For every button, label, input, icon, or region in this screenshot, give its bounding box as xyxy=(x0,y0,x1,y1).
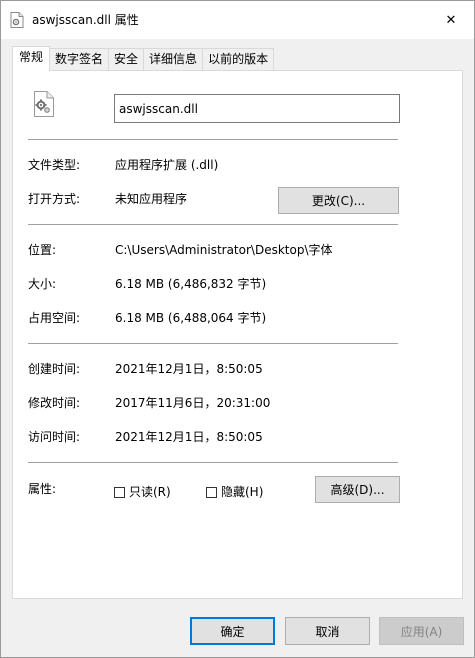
location-label: 位置: xyxy=(28,243,57,257)
separator xyxy=(28,139,398,140)
hidden-label: 隐藏(H) xyxy=(221,485,264,499)
general-tab-panel: 文件类型: 应用程序扩展 (.dll) 打开方式: 未知应用程序 更改(C)..… xyxy=(12,70,463,599)
tab-details[interactable]: 详细信息 xyxy=(143,48,204,70)
file-type-value: 应用程序扩展 (.dll) xyxy=(115,158,219,172)
readonly-checkbox[interactable] xyxy=(114,486,125,498)
tab-security[interactable]: 安全 xyxy=(108,48,145,70)
created-value: 2021年12月1日，8:50:05 xyxy=(115,362,263,376)
accessed-value: 2021年12月1日，8:50:05 xyxy=(115,430,263,444)
tab-general[interactable]: 常规 xyxy=(12,46,51,71)
file-type-label: 文件类型: xyxy=(28,158,81,172)
title-bar[interactable]: aswjsscan.dll 属性 ✕ xyxy=(1,1,474,39)
readonly-label: 只读(R) xyxy=(129,485,171,499)
readonly-checkbox-row[interactable]: 只读(R) xyxy=(114,484,171,500)
change-button[interactable]: 更改(C)... xyxy=(278,187,399,214)
window-title: aswjsscan.dll 属性 xyxy=(32,13,139,27)
separator xyxy=(28,343,398,344)
hidden-checkbox[interactable] xyxy=(206,486,217,498)
apply-button[interactable]: 应用(A) xyxy=(379,617,464,645)
attributes-label: 属性: xyxy=(28,482,57,496)
created-label: 创建时间: xyxy=(28,362,81,376)
accessed-label: 访问时间: xyxy=(28,430,81,444)
separator xyxy=(28,462,398,463)
dll-file-icon xyxy=(10,12,24,28)
separator xyxy=(28,224,398,225)
size-on-disk-label: 占用空间: xyxy=(28,311,81,325)
tab-previous-versions[interactable]: 以前的版本 xyxy=(202,48,275,70)
open-with-label: 打开方式: xyxy=(28,192,81,206)
advanced-button[interactable]: 高级(D)... xyxy=(315,476,400,503)
properties-window: aswjsscan.dll 属性 ✕ 常规 数字签名 安全 详细信息 以前的版本 xyxy=(0,0,475,658)
modified-label: 修改时间: xyxy=(28,396,81,410)
size-label: 大小: xyxy=(28,277,57,291)
tab-bar: 常规 数字签名 安全 详细信息 以前的版本 xyxy=(12,46,275,71)
location-value: C:\Users\Administrator\Desktop\字体 xyxy=(115,243,333,257)
tab-digital-signatures[interactable]: 数字签名 xyxy=(49,48,110,70)
close-icon: ✕ xyxy=(445,12,457,28)
modified-value: 2017年11月6日，20:31:00 xyxy=(115,396,271,410)
size-value: 6.18 MB (6,486,832 字节) xyxy=(115,277,267,291)
filename-input[interactable] xyxy=(114,94,400,123)
close-button[interactable]: ✕ xyxy=(428,1,474,39)
size-on-disk-value: 6.18 MB (6,488,064 字节) xyxy=(115,311,267,325)
dll-file-large-icon xyxy=(34,91,54,117)
cancel-button[interactable]: 取消 xyxy=(285,617,370,645)
ok-button[interactable]: 确定 xyxy=(190,617,275,645)
open-with-value: 未知应用程序 xyxy=(115,192,188,206)
hidden-checkbox-row[interactable]: 隐藏(H) xyxy=(206,484,263,500)
